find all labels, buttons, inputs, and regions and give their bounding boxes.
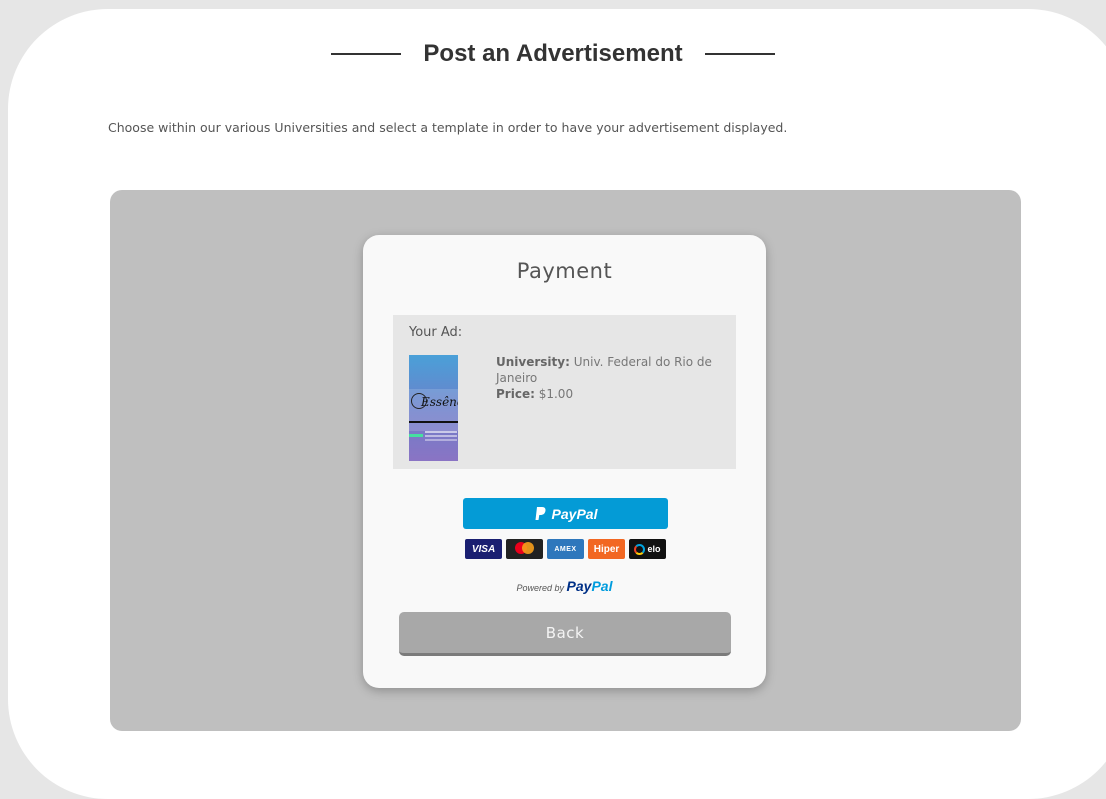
ad-details: University: Univ. Federal do Rio de Jane… xyxy=(496,354,724,402)
payment-title: Payment xyxy=(516,259,613,283)
title-rule-left xyxy=(331,53,402,55)
price-label: Price: xyxy=(496,387,535,401)
card-logos: VISA AMEX Hiper elo xyxy=(463,539,668,559)
elo-icon: elo xyxy=(629,539,666,559)
title-rule-right xyxy=(704,53,775,55)
paypal-logo-icon xyxy=(534,507,547,520)
payment-card: Payment Your Ad: Essênci University: Uni… xyxy=(363,235,766,688)
paypal-button-label: PayPal xyxy=(551,505,598,522)
page-header: Post an Advertisement xyxy=(0,40,1106,68)
mastercard-icon xyxy=(506,539,543,559)
ad-summary: Your Ad: Essênci University: Univ. Feder… xyxy=(393,315,736,469)
ad-label: Your Ad: xyxy=(409,325,463,340)
university-label: University: xyxy=(496,355,570,369)
hiper-icon: Hiper xyxy=(588,539,625,559)
amex-icon: AMEX xyxy=(547,539,584,559)
price-value: $1.00 xyxy=(538,387,574,401)
visa-icon: VISA xyxy=(465,539,502,559)
back-button[interactable]: Back xyxy=(399,612,731,656)
ad-thumbnail: Essênci xyxy=(409,355,458,461)
thumbnail-text: Essênci xyxy=(421,395,458,409)
paypal-wordmark: PayPal xyxy=(566,578,613,594)
paypal-button[interactable]: PayPal xyxy=(463,498,668,529)
powered-by-paypal: Powered by PayPal xyxy=(363,578,766,594)
powered-by-label: Powered by xyxy=(516,583,565,593)
page-subtitle: Choose within our various Universities a… xyxy=(108,120,788,135)
page-title: Post an Advertisement xyxy=(423,40,683,67)
